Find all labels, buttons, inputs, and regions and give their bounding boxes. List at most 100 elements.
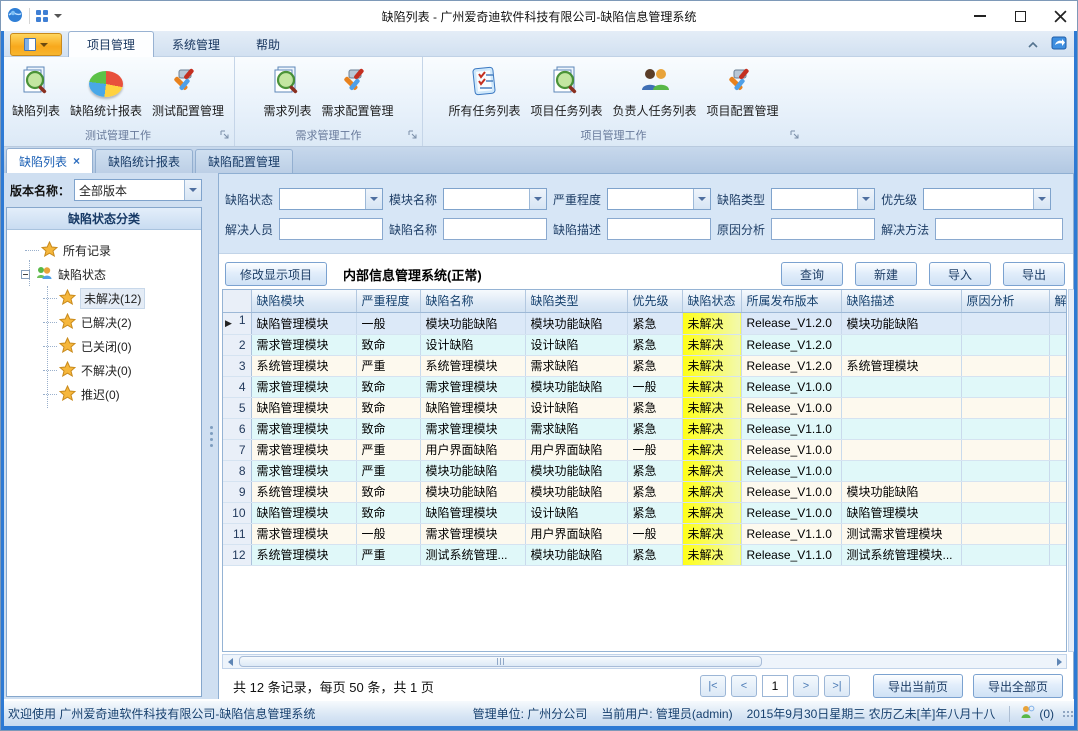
- ribbon-tab-system[interactable]: 系统管理: [154, 31, 238, 57]
- tree-item-postponed[interactable]: 推迟(0): [7, 382, 201, 406]
- table-row[interactable]: ▶1缺陷管理模块一般模块功能缺陷模块功能缺陷紧急未解决Release_V1.2.…: [223, 312, 1067, 334]
- table-cell[interactable]: 模块功能缺陷: [841, 481, 961, 502]
- next-page-button[interactable]: >: [793, 675, 819, 697]
- table-cell[interactable]: 致命: [356, 481, 420, 502]
- filter-defect-status-combo[interactable]: [279, 188, 383, 210]
- row-number[interactable]: 12: [223, 544, 251, 565]
- dialog-launcher-icon[interactable]: [408, 128, 417, 142]
- maximize-button[interactable]: [1013, 9, 1027, 23]
- table-cell[interactable]: [961, 376, 1049, 397]
- table-cell[interactable]: 未解决: [682, 334, 741, 355]
- table-cell[interactable]: [1049, 523, 1067, 544]
- modify-columns-button[interactable]: 修改显示项目: [225, 262, 327, 286]
- ribbon-tab-help[interactable]: 帮助: [238, 31, 298, 57]
- table-cell[interactable]: 需求管理模块: [251, 376, 356, 397]
- table-cell[interactable]: Release_V1.2.0: [741, 334, 841, 355]
- table-cell[interactable]: [961, 481, 1049, 502]
- close-button[interactable]: [1053, 9, 1067, 23]
- version-combo[interactable]: 全部版本: [74, 179, 202, 201]
- horizontal-scroll-thumb[interactable]: [239, 656, 762, 667]
- table-cell[interactable]: 紧急: [627, 502, 682, 523]
- table-cell[interactable]: 需求管理模块: [251, 460, 356, 481]
- doc-tab-defect-report[interactable]: 缺陷统计报表: [95, 149, 193, 173]
- table-cell[interactable]: 系统管理模块: [420, 355, 525, 376]
- table-cell[interactable]: [961, 439, 1049, 460]
- table-cell[interactable]: 需求管理模块: [251, 334, 356, 355]
- column-header[interactable]: 缺陷描述: [841, 290, 961, 312]
- table-cell[interactable]: 未解决: [682, 439, 741, 460]
- filter-defect-desc-input[interactable]: [607, 218, 711, 240]
- table-cell[interactable]: 严重: [356, 460, 420, 481]
- row-number[interactable]: 5: [223, 397, 251, 418]
- export-all-pages-button[interactable]: 导出全部页: [973, 674, 1063, 698]
- table-cell[interactable]: Release_V1.0.0: [741, 481, 841, 502]
- table-cell[interactable]: [1049, 481, 1067, 502]
- table-cell[interactable]: 未解决: [682, 397, 741, 418]
- table-cell[interactable]: [841, 460, 961, 481]
- table-cell[interactable]: 设计缺陷: [525, 502, 627, 523]
- new-button[interactable]: 新建: [855, 262, 917, 286]
- table-row[interactable]: 11需求管理模块一般需求管理模块用户界面缺陷一般未解决Release_V1.1.…: [223, 523, 1067, 544]
- table-row[interactable]: 4需求管理模块致命需求管理模块模块功能缺陷一般未解决Release_V1.0.0: [223, 376, 1067, 397]
- table-cell[interactable]: 致命: [356, 397, 420, 418]
- table-cell[interactable]: 系统管理模块: [251, 355, 356, 376]
- table-row[interactable]: 7需求管理模块严重用户界面缺陷用户界面缺陷一般未解决Release_V1.0.0: [223, 439, 1067, 460]
- table-cell[interactable]: 用户界面缺陷: [420, 439, 525, 460]
- table-cell[interactable]: [841, 418, 961, 439]
- all-tasks-button[interactable]: 所有任务列表: [443, 60, 525, 121]
- tree-item-closed[interactable]: 已关闭(0): [7, 334, 201, 358]
- filter-defect-name-input[interactable]: [443, 218, 547, 240]
- table-cell[interactable]: [961, 334, 1049, 355]
- requirement-config-button[interactable]: 需求配置管理: [317, 60, 399, 121]
- tree-item-wont-fix[interactable]: 不解决(0): [7, 358, 201, 382]
- table-cell[interactable]: 未解决: [682, 355, 741, 376]
- table-cell[interactable]: [961, 397, 1049, 418]
- tree-collapse-icon[interactable]: [21, 270, 30, 279]
- messenger-person-icon[interactable]: [1020, 705, 1035, 723]
- scroll-right-icon[interactable]: [1052, 655, 1066, 668]
- table-cell[interactable]: 未解决: [682, 418, 741, 439]
- table-cell[interactable]: 未解决: [682, 523, 741, 544]
- row-number[interactable]: 4: [223, 376, 251, 397]
- last-page-button[interactable]: >|: [824, 675, 850, 697]
- about-icon[interactable]: [1051, 35, 1068, 54]
- table-cell[interactable]: 紧急: [627, 312, 682, 334]
- table-cell[interactable]: 致命: [356, 376, 420, 397]
- filter-severity-combo[interactable]: [607, 188, 711, 210]
- dialog-launcher-icon[interactable]: [220, 128, 229, 142]
- table-cell[interactable]: 模块功能缺陷: [525, 376, 627, 397]
- table-cell[interactable]: [841, 397, 961, 418]
- table-cell[interactable]: 测试系统管理...: [420, 544, 525, 565]
- column-header[interactable]: 优先级: [627, 290, 682, 312]
- tree-item-resolved[interactable]: 已解决(2): [7, 310, 201, 334]
- table-cell[interactable]: 系统管理模块: [251, 481, 356, 502]
- row-number[interactable]: 6: [223, 418, 251, 439]
- table-cell[interactable]: 未解决: [682, 312, 741, 334]
- combo-dropdown-icon[interactable]: [184, 180, 201, 200]
- column-header[interactable]: 缺陷类型: [525, 290, 627, 312]
- table-cell[interactable]: [961, 544, 1049, 565]
- export-button[interactable]: 导出: [1003, 262, 1065, 286]
- table-cell[interactable]: [961, 460, 1049, 481]
- table-cell[interactable]: [1049, 418, 1067, 439]
- table-cell[interactable]: 严重: [356, 355, 420, 376]
- table-cell[interactable]: 致命: [356, 502, 420, 523]
- prev-page-button[interactable]: <: [731, 675, 757, 697]
- table-cell[interactable]: 缺陷管理模块: [251, 312, 356, 334]
- tree-item-defect-status[interactable]: 缺陷状态: [7, 262, 201, 286]
- table-cell[interactable]: 缺陷管理模块: [841, 502, 961, 523]
- table-cell[interactable]: Release_V1.0.0: [741, 460, 841, 481]
- table-cell[interactable]: 设计缺陷: [525, 397, 627, 418]
- table-cell[interactable]: 缺陷管理模块: [420, 502, 525, 523]
- table-cell[interactable]: 模块功能缺陷: [420, 460, 525, 481]
- table-cell[interactable]: Release_V1.0.0: [741, 502, 841, 523]
- table-cell[interactable]: 致命: [356, 418, 420, 439]
- defect-list-button[interactable]: 缺陷列表: [7, 60, 65, 121]
- row-number[interactable]: 10: [223, 502, 251, 523]
- table-cell[interactable]: [841, 439, 961, 460]
- table-row[interactable]: 9系统管理模块致命模块功能缺陷模块功能缺陷紧急未解决Release_V1.0.0…: [223, 481, 1067, 502]
- table-cell[interactable]: 系统管理模块: [251, 544, 356, 565]
- row-number[interactable]: ▶1: [223, 312, 251, 334]
- column-header[interactable]: 严重程度: [356, 290, 420, 312]
- row-number[interactable]: 9: [223, 481, 251, 502]
